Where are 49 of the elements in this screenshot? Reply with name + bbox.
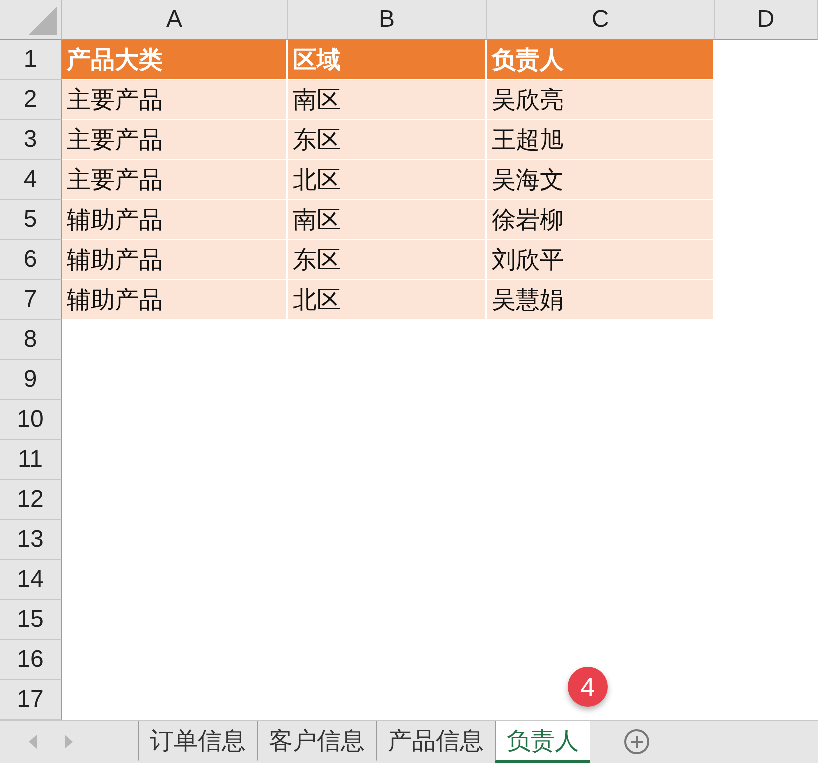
row-header[interactable]: 12	[0, 480, 62, 520]
row-header[interactable]: 9	[0, 360, 62, 400]
column-header[interactable]: B	[288, 0, 487, 40]
table-cell: 南区	[288, 200, 487, 240]
header-cell: 产品大类	[62, 40, 288, 80]
table-cell: 吴欣亮	[487, 80, 715, 120]
row-header[interactable]: 5	[0, 200, 62, 240]
table-cell: 主要产品	[62, 80, 288, 120]
row-header[interactable]: 3	[0, 120, 62, 160]
column-header[interactable]: C	[487, 0, 715, 40]
row-header[interactable]: 7	[0, 280, 62, 320]
table-cell: 刘欣平	[487, 240, 715, 280]
table-cell: 北区	[288, 280, 487, 320]
table-cell: 主要产品	[62, 160, 288, 200]
row-header[interactable]: 8	[0, 320, 62, 360]
table-cell: 辅助产品	[62, 280, 288, 320]
row-header[interactable]: 10	[0, 400, 62, 440]
table-cell: 徐岩柳	[487, 200, 715, 240]
table-cell: 辅助产品	[62, 240, 288, 280]
row-header[interactable]: 13	[0, 520, 62, 560]
table-cell: 主要产品	[62, 120, 288, 160]
select-all-icon[interactable]	[29, 7, 57, 35]
table-cell: 吴慧娟	[487, 280, 715, 320]
column-header[interactable]: D	[715, 0, 818, 40]
row-header[interactable]: 6	[0, 240, 62, 280]
sheet-tab[interactable]: 负责人	[495, 721, 590, 763]
table-cell: 南区	[288, 80, 487, 120]
table-cell: 东区	[288, 240, 487, 280]
table-cell: 北区	[288, 160, 487, 200]
sheet-tab[interactable]: 订单信息	[138, 721, 257, 763]
sheet-tab[interactable]: 客户信息	[257, 721, 376, 763]
row-header[interactable]: 17	[0, 680, 62, 720]
add-sheet-icon[interactable]	[624, 729, 650, 755]
column-header[interactable]: A	[62, 0, 288, 40]
row-header[interactable]: 2	[0, 80, 62, 120]
header-cell: 区域	[288, 40, 487, 80]
row-header[interactable]: 1	[0, 40, 62, 80]
row-header[interactable]: 16	[0, 640, 62, 680]
row-header[interactable]: 11	[0, 440, 62, 480]
row-header[interactable]: 15	[0, 600, 62, 640]
header-cell: 负责人	[487, 40, 715, 80]
table-cell: 王超旭	[487, 120, 715, 160]
scroll-left-icon[interactable]	[28, 734, 38, 750]
table-cell: 辅助产品	[62, 200, 288, 240]
scroll-right-icon[interactable]	[64, 734, 74, 750]
table-cell: 东区	[288, 120, 487, 160]
row-header[interactable]: 4	[0, 160, 62, 200]
table-cell: 吴海文	[487, 160, 715, 200]
row-header[interactable]: 14	[0, 560, 62, 600]
